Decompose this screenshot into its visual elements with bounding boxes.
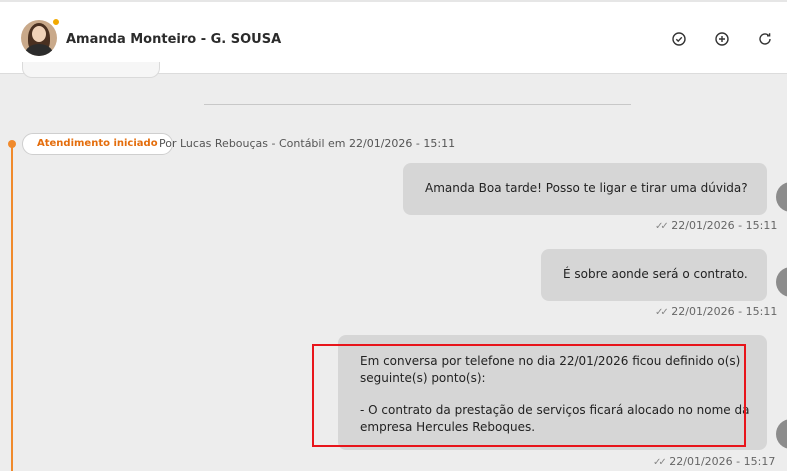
event-description: Por Lucas Rebouças - Contábil em 22/01/2…	[159, 137, 456, 150]
read-ticks-icon: ✓✓	[655, 307, 669, 318]
message-bubble: Amanda Boa tarde! Posso te ligar e tirar…	[403, 163, 767, 215]
check-circle-icon[interactable]	[671, 31, 687, 47]
sender-avatar	[776, 267, 787, 297]
sender-avatar	[776, 182, 787, 212]
online-status-dot	[52, 18, 60, 26]
previous-event-pill	[22, 62, 160, 78]
read-ticks-icon: ✓✓	[653, 457, 667, 468]
message-text: É sobre aonde será o contrato.	[563, 267, 748, 281]
contact-name: Amanda Monteiro - G. SOUSA	[66, 32, 282, 47]
plus-circle-icon[interactable]	[714, 31, 730, 47]
contact-avatar[interactable]	[21, 20, 57, 56]
timeline-line	[11, 144, 13, 471]
chat-divider	[204, 104, 631, 105]
highlight-box	[312, 344, 746, 447]
message-timestamp: ✓✓ 22/01/2026 - 15:11	[655, 219, 778, 232]
event-badge: Atendimento iniciado	[22, 133, 173, 155]
message-timestamp: ✓✓ 22/01/2026 - 15:11	[655, 305, 778, 318]
message-timestamp: ✓✓ 22/01/2026 - 15:17	[653, 455, 776, 468]
sender-avatar	[776, 419, 787, 449]
refresh-icon[interactable]	[757, 31, 773, 47]
timeline-dot	[8, 140, 16, 148]
message-text: Amanda Boa tarde! Posso te ligar e tirar…	[425, 181, 748, 195]
read-ticks-icon: ✓✓	[655, 221, 669, 232]
message-bubble: É sobre aonde será o contrato.	[541, 249, 767, 301]
